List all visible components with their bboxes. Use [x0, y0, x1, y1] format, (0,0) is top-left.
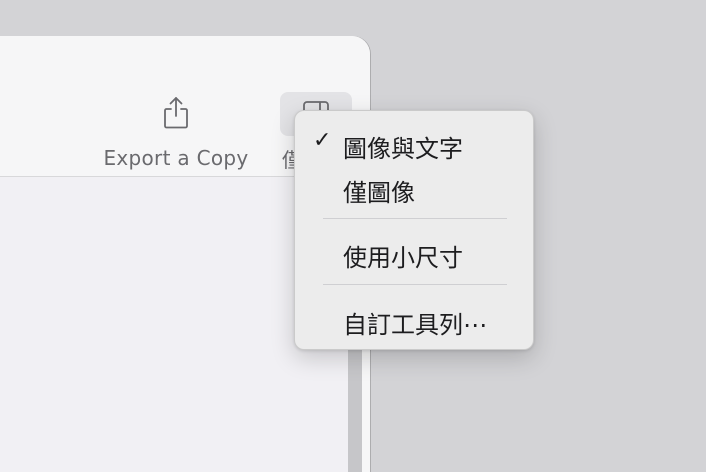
- menu-item-customize-toolbar[interactable]: 自訂工具列⋯: [301, 301, 527, 339]
- menu-item-label: 使用小尺寸: [343, 244, 463, 272]
- menu-item-label: 僅圖像: [343, 179, 415, 207]
- menu-item-label: 圖像與文字: [343, 135, 463, 163]
- checkmark-icon: ✓: [313, 128, 332, 153]
- menu-item-icon-only[interactable]: 僅圖像: [301, 169, 527, 207]
- menu-item-icon-and-text[interactable]: ✓ 圖像與文字: [301, 125, 527, 163]
- menu-separator: [323, 218, 507, 219]
- export-copy-button[interactable]: Export a Copy: [98, 94, 254, 174]
- menu-item-label: 自訂工具列⋯: [343, 311, 487, 339]
- share-icon: [164, 97, 188, 129]
- menu-separator: [323, 284, 507, 285]
- desktop-background: Export a Copy 僅 ✓ 圖像與文字 僅圖像 使用小尺寸 自訂工具列⋯: [0, 0, 706, 472]
- menu-item-use-small-size[interactable]: 使用小尺寸: [301, 234, 527, 272]
- export-copy-label: Export a Copy: [103, 146, 249, 170]
- toolbar-context-menu: ✓ 圖像與文字 僅圖像 使用小尺寸 自訂工具列⋯: [294, 110, 534, 350]
